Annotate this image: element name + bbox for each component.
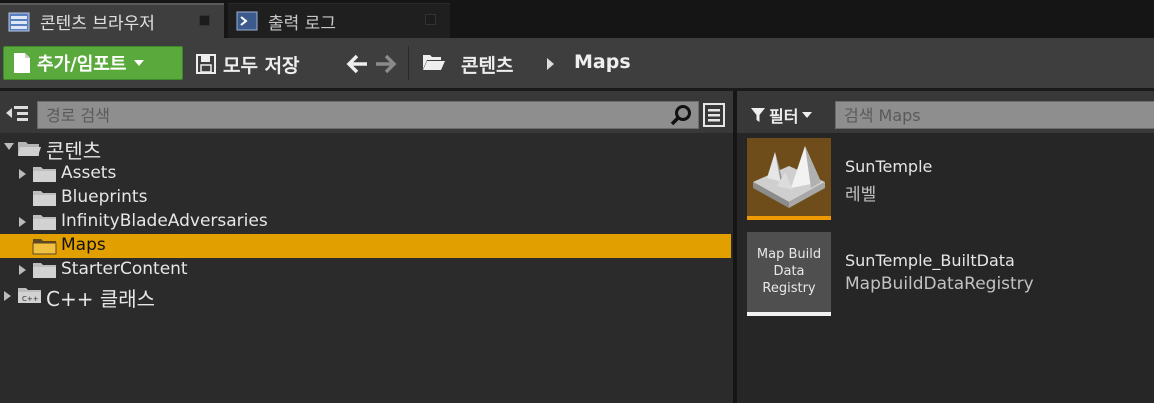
- folder-open-icon: [18, 142, 41, 156]
- filter-button[interactable]: 필터: [751, 103, 813, 127]
- tree-item-label: C++ 클래스: [46, 287, 156, 311]
- asset-type: MapBuildDataRegistry: [845, 274, 1034, 294]
- asset-view-panel: 필터 SunTemple 레벨 Map Build Data Re: [737, 91, 1154, 403]
- tab-label: 출력 로그: [268, 13, 336, 34]
- tree-item-blueprints[interactable]: Blueprints: [0, 186, 731, 210]
- collapsed-arrow-icon[interactable]: [19, 265, 26, 275]
- tree-item-assets[interactable]: Assets: [0, 162, 731, 186]
- asset-type-accent-bar: [747, 312, 831, 316]
- tree-list-icon[interactable]: [3, 104, 29, 124]
- tree-item-infinitybladeadversaries[interactable]: InfinityBladeAdversaries: [0, 210, 731, 234]
- tree-item-label: Assets: [61, 163, 117, 183]
- save-icon: [196, 54, 216, 74]
- tab-content-browser[interactable]: 콘텐츠 브라우저: [0, 3, 224, 38]
- toolbar-divider: [408, 46, 409, 80]
- collapsed-arrow-icon[interactable]: [4, 291, 11, 301]
- filter-icon: [751, 108, 765, 122]
- asset-name: SunTemple_BuiltData: [845, 251, 1015, 270]
- asset-type: 레벨: [845, 185, 877, 205]
- level-thumbnail: [747, 138, 831, 220]
- collapsed-arrow-icon[interactable]: [19, 169, 26, 179]
- cpp-folder-icon: C++: [18, 288, 41, 303]
- breadcrumb-separator-icon[interactable]: [547, 58, 554, 70]
- view-options-icon[interactable]: [703, 103, 725, 127]
- tree-item-cpp-classes[interactable]: C++ C++ 클래스: [0, 282, 731, 311]
- save-all-label: 모두 저장: [223, 54, 300, 77]
- thumbnail-text: Map Build Data Registry: [756, 247, 822, 296]
- asset-tile-suntemple[interactable]: [747, 138, 831, 220]
- svg-text:C++: C++: [22, 295, 39, 303]
- back-arrow-icon[interactable]: [346, 54, 368, 74]
- tree-item-maps[interactable]: Maps: [0, 234, 731, 258]
- chevron-down-icon: [802, 112, 813, 118]
- tree-item-label: StarterContent: [61, 259, 188, 279]
- tab-output-log[interactable]: 출력 로그: [228, 3, 450, 38]
- toolbar: 추가/임포트 모두 저장 콘텐츠 Maps: [0, 38, 1154, 91]
- sources-header: [0, 91, 733, 133]
- asset-tile-suntemple-builtdata[interactable]: Map Build Data Registry: [747, 232, 831, 316]
- tree-item-startercontent[interactable]: StarterContent: [0, 258, 731, 282]
- new-document-icon: [14, 53, 30, 73]
- filter-label: 필터: [769, 107, 799, 126]
- folder-icon: [32, 239, 57, 255]
- add-import-button[interactable]: 추가/임포트: [3, 46, 183, 80]
- close-icon[interactable]: [199, 15, 210, 26]
- forward-arrow-icon[interactable]: [375, 54, 397, 74]
- close-icon[interactable]: [425, 14, 436, 25]
- folder-icon: [33, 191, 56, 206]
- tree-item-content[interactable]: 콘텐츠: [0, 135, 731, 163]
- folder-icon: [33, 215, 56, 230]
- folder-icon: [33, 263, 56, 278]
- asset-name: SunTemple: [845, 157, 933, 176]
- sources-panel: 콘텐츠 Assets Blueprints InfinityBladeAdve: [0, 91, 733, 403]
- tab-bar: 콘텐츠 브라우저 출력 로그: [0, 0, 1154, 38]
- tree-item-label: 콘텐츠: [46, 139, 102, 163]
- path-search-field[interactable]: [37, 101, 699, 129]
- path-search-input[interactable]: [38, 102, 566, 128]
- breadcrumb-content[interactable]: 콘텐츠: [461, 51, 513, 78]
- save-all-button[interactable]: 모두 저장: [196, 50, 300, 78]
- content-browser-icon: [8, 12, 30, 31]
- asset-type-accent-bar: [747, 216, 831, 220]
- chevron-down-icon: [134, 60, 145, 66]
- asset-search-field[interactable]: [835, 101, 1154, 129]
- output-log-icon: [236, 11, 258, 31]
- collapsed-arrow-icon[interactable]: [19, 217, 26, 227]
- tree-item-label: InfinityBladeAdversaries: [61, 211, 268, 231]
- asset-search-input[interactable]: [836, 102, 1091, 128]
- breadcrumb-maps[interactable]: Maps: [574, 51, 631, 73]
- expanded-arrow-icon[interactable]: [4, 143, 14, 150]
- tab-label: 콘텐츠 브라우저: [40, 14, 155, 34]
- asset-view-header: 필터: [737, 91, 1154, 133]
- add-import-label: 추가/임포트: [37, 54, 127, 75]
- tree-item-label: Blueprints: [61, 187, 148, 207]
- search-icon[interactable]: [670, 104, 692, 126]
- folder-icon: [33, 167, 56, 182]
- level-icon: [753, 146, 825, 208]
- tree-item-label: Maps: [61, 235, 106, 255]
- data-registry-thumbnail: Map Build Data Registry: [747, 232, 831, 316]
- open-folder-icon[interactable]: [422, 52, 446, 72]
